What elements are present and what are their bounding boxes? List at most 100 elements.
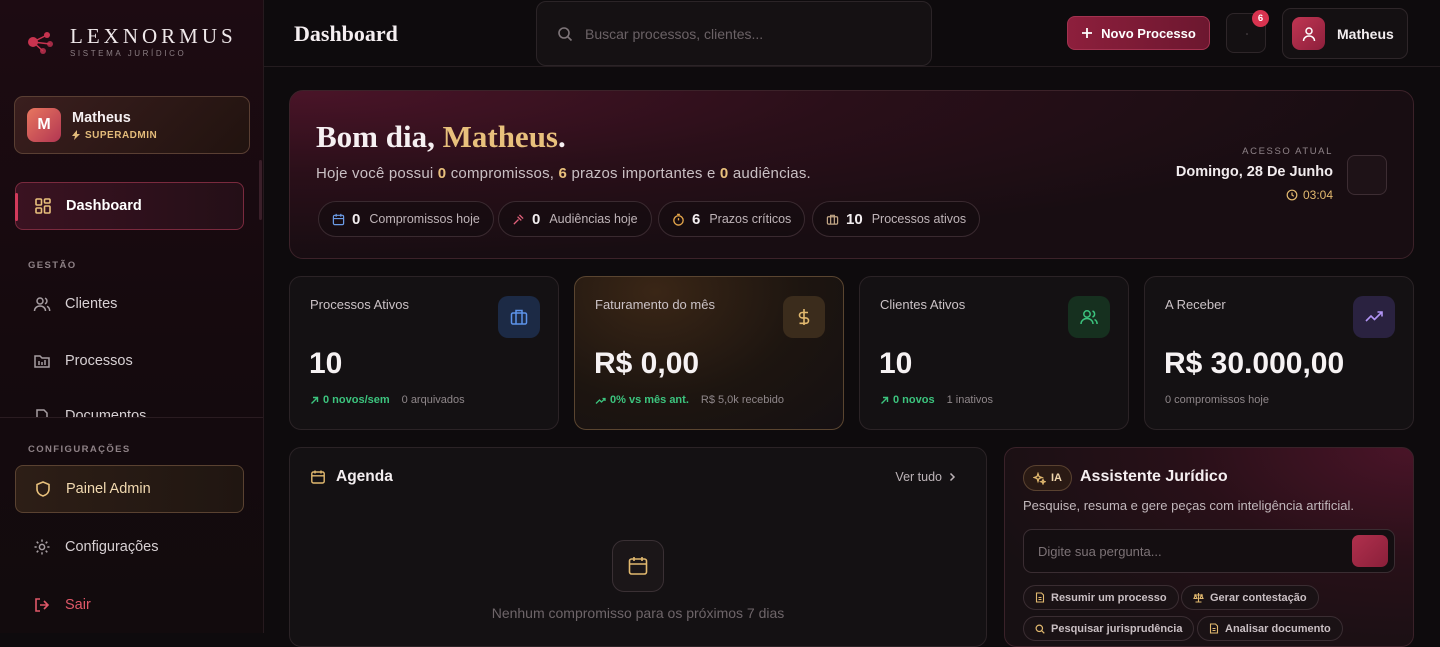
suggestion-jurisprudencia[interactable]: Pesquisar jurisprudência [1023,616,1195,641]
timer-icon [673,213,684,226]
logo[interactable]: LEXNORMUS SISTEMA JURÍDICO [26,26,237,58]
sidebar-item-label: Configurações [65,539,159,555]
chip-label: Audiências hoje [549,212,638,226]
logout-icon [35,598,50,612]
user-menu-button[interactable]: Matheus [1282,8,1408,59]
stat-trend-label: 0 novos [893,394,935,406]
greeting-text: Bom dia, [316,119,443,154]
users-icon [1068,296,1110,338]
stat-trend-label: 0% vs mês ant. [610,394,689,406]
chip-compromissos[interactable]: 0 Compromissos hoje [318,201,494,237]
arrow-up-right-icon [881,396,889,404]
stat-card-processos[interactable]: Processos Ativos 10 0 novos/sem 0 arquiv… [289,276,559,430]
sidebar-item-clientes[interactable]: Clientes [15,280,244,328]
suggestion-analisar[interactable]: Analisar documento [1197,616,1343,641]
sidebar-item-dashboard[interactable]: Dashboard [15,182,244,230]
sidebar-item-label: Dashboard [66,198,142,214]
see-all-link[interactable]: Ver tudo [895,470,956,484]
stat-card-clientes[interactable]: Clientes Ativos 10 0 novos 1 inativos [859,276,1129,430]
sidebar-item-processos[interactable]: Processos [15,337,244,385]
summary-text: Hoje você possui 0 compromissos, 6 prazo… [316,165,811,182]
search-icon [558,26,573,41]
chip-label: Prazos críticos [709,212,792,226]
user-card[interactable]: M Matheus SUPERADMIN [14,96,250,154]
plus-icon [1082,28,1093,38]
folder-icon [34,355,50,368]
search-input[interactable] [585,25,905,42]
bolt-icon [72,130,80,140]
stat-footer: 0 novos/sem 0 arquivados [310,394,465,406]
stat-trend-label: 0 novos/sem [323,394,390,406]
topbar: Dashboard Novo Processo 6 Matheus [264,0,1440,67]
assistant-subtitle: Pesquise, resuma e gere peças com inteli… [1023,498,1354,513]
chevron-right-icon [949,472,956,482]
new-process-button[interactable]: Novo Processo [1067,16,1210,50]
stat-note: 1 inativos [946,394,994,406]
ai-badge: IA [1023,465,1072,491]
grid-icon [35,198,51,214]
section-gestao: GESTÃO [28,260,77,271]
stat-footer: 0 compromissos hoje [1165,394,1269,406]
user-role: SUPERADMIN [72,130,157,141]
access-time-value: 03:04 [1302,188,1333,202]
chip-prazos[interactable]: 6 Prazos críticos [658,201,806,237]
summary-count: 6 [558,165,568,182]
user-name: Matheus [72,109,131,126]
greeting-dot: . [558,119,566,154]
chip-label: Compromissos hoje [369,212,480,226]
document-icon [1035,592,1045,603]
sidebar-item-label: Processos [65,353,133,369]
document-icon [1209,623,1219,634]
section-config: CONFIGURAÇÕES [28,444,131,455]
agenda-empty-text: Nenhum compromisso para os próximos 7 di… [491,605,785,621]
stat-card-faturamento[interactable]: Faturamento do mês R$ 0,00 0% vs mês ant… [574,276,844,430]
greeting-name: Matheus [442,119,558,154]
logo-icon [28,32,53,54]
theme-toggle-button[interactable] [1347,155,1387,195]
scale-icon [1193,593,1204,603]
summary-part: Hoje você possui [316,165,438,182]
stat-footer: 0 novos 1 inativos [880,394,993,406]
trending-up-icon [1353,296,1395,338]
sidebar-divider [0,417,263,418]
suggestion-contestacao[interactable]: Gerar contestação [1181,585,1319,610]
send-button[interactable] [1352,535,1388,567]
users-icon [33,297,51,312]
summary-part: audiências. [728,165,811,182]
sidebar-item-logout[interactable]: Sair [15,581,244,629]
see-all-label: Ver tudo [895,470,942,484]
assistant-input[interactable] [1038,543,1338,559]
stat-note: 0 arquivados [401,394,465,406]
chip-label: Processos ativos [871,212,967,226]
search-bar[interactable] [536,1,932,66]
suggestion-resumir[interactable]: Resumir um processo [1023,585,1179,610]
sidebar-item-label: Painel Admin [66,481,151,497]
chip-audiencias[interactable]: 0 Audiências hoje [498,201,652,237]
agenda-title: Agenda [310,468,393,486]
welcome-banner: Bom dia, Matheus. Hoje você possui 0 com… [289,90,1414,259]
sidebar-item-admin[interactable]: Painel Admin [15,465,244,513]
calendar-icon [311,470,325,484]
sidebar-scrollbar[interactable] [259,160,262,220]
stat-note: 0 compromissos hoje [1165,394,1269,406]
chip-processos[interactable]: 10 Processos ativos [812,201,981,237]
summary-part: prazos importantes e [567,165,720,182]
assistant-input-box[interactable] [1023,529,1395,573]
briefcase-icon [498,296,540,338]
calendar-icon [332,213,345,225]
sidebar-item-configuracoes[interactable]: Configurações [15,523,244,571]
sidebar-item-label: Documentos [65,408,147,417]
sidebar-item-documentos[interactable]: Documentos [15,393,244,417]
access-label: ACESSO ATUAL [1242,146,1333,157]
sidebar: LEXNORMUS SISTEMA JURÍDICO M Matheus SUP… [0,0,264,633]
stat-card-receber[interactable]: A Receber R$ 30.000,00 0 compromissos ho… [1144,276,1414,430]
chip-value: 0 [352,210,361,228]
sidebar-item-label: Sair [65,597,91,613]
sparkles-icon [1033,471,1046,485]
stat-value: 10 [879,347,913,380]
stat-trend: 0% vs mês ant. [595,394,689,406]
access-time: 03:04 [1176,188,1333,202]
ai-badge-label: IA [1051,472,1062,484]
dollar-icon [783,296,825,338]
summary-part: compromissos, [446,165,559,182]
